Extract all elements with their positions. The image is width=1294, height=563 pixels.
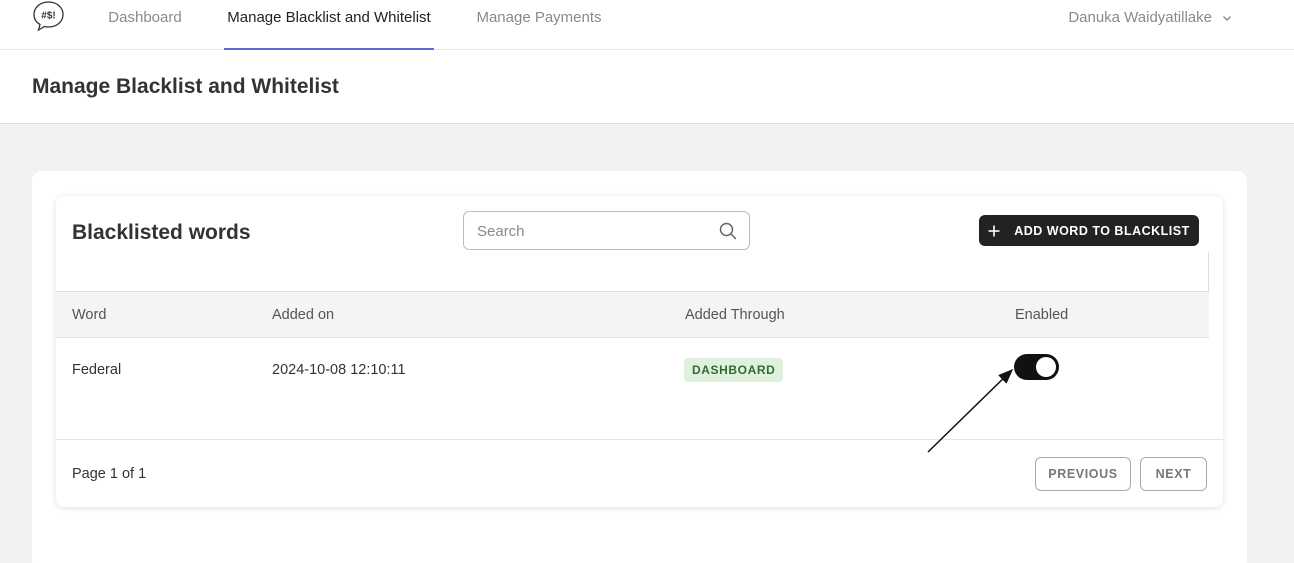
column-header-added-through: Added Through [685, 307, 785, 323]
nav-tab-blacklist-whitelist[interactable]: Manage Blacklist and Whitelist [224, 0, 434, 50]
blacklist-table: Word Added on Added Through Enabled Fede… [56, 252, 1209, 426]
column-header-word: Word [72, 307, 107, 323]
column-header-enabled: Enabled [1015, 307, 1069, 323]
add-word-button[interactable]: ADD WORD TO BLACKLIST [979, 215, 1199, 246]
previous-button[interactable]: PREVIOUS [1035, 457, 1131, 491]
source-badge: DASHBOARD [684, 358, 784, 382]
enabled-toggle[interactable] [1014, 354, 1059, 380]
page-info: Page 1 of 1 [72, 466, 147, 482]
user-menu[interactable]: Danuka Waidyatillake [1068, 9, 1232, 26]
cell-word: Federal [72, 362, 122, 378]
cell-added-on: 2024-10-08 12:10:11 [272, 362, 406, 378]
toggle-knob [1036, 357, 1056, 377]
add-word-button-label: ADD WORD TO BLACKLIST [1014, 223, 1190, 238]
divider [56, 439, 1223, 440]
table-header: Word Added on Added Through Enabled [56, 291, 1209, 338]
search-box[interactable] [463, 211, 750, 250]
logo-icon[interactable]: #$! [32, 0, 65, 32]
svg-text:#$!: #$! [41, 11, 55, 22]
user-name: Danuka Waidyatillake [1068, 9, 1212, 26]
table-row: Federal 2024-10-08 12:10:11 DASHBOARD [56, 338, 1209, 426]
search-input[interactable] [477, 221, 707, 241]
search-icon[interactable] [719, 222, 737, 240]
page-title: Manage Blacklist and Whitelist [32, 75, 339, 98]
chevron-down-icon [1223, 15, 1231, 21]
blacklist-card: Blacklisted words ADD WORD TO BLACKLIST … [56, 196, 1223, 507]
column-header-added-on: Added on [272, 307, 335, 323]
page-header: Manage Blacklist and Whitelist [0, 50, 1294, 124]
nav-tab-payments[interactable]: Manage Payments [476, 0, 602, 50]
card-title: Blacklisted words [72, 221, 251, 244]
nav-tab-dashboard[interactable]: Dashboard [106, 0, 184, 50]
next-button[interactable]: NEXT [1140, 457, 1207, 491]
top-navbar: #$! Dashboard Manage Blacklist and White… [0, 0, 1294, 50]
plus-icon [988, 225, 1000, 236]
